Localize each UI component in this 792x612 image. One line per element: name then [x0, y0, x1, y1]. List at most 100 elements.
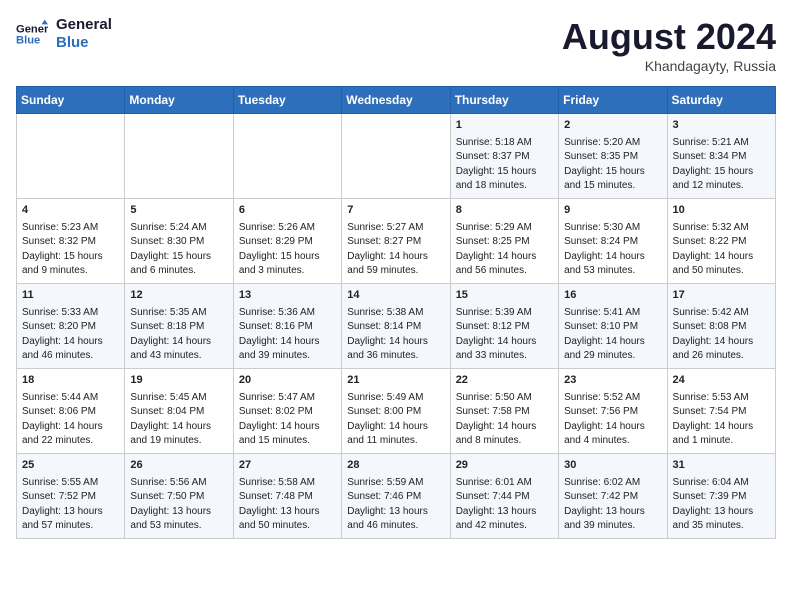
day-number: 22	[456, 373, 553, 389]
daylight-text: Daylight: 15 hours and 12 minutes.	[673, 166, 754, 192]
daylight-text: Daylight: 14 hours and 11 minutes.	[347, 421, 428, 447]
sunrise-text: Sunrise: 5:24 AM	[130, 222, 206, 233]
week-row-1: 1Sunrise: 5:18 AMSunset: 8:37 PMDaylight…	[17, 114, 776, 199]
week-row-2: 4 Sunrise: 5:23 AM Sunset: 8:32 PM Daylight…	[17, 198, 776, 283]
daylight-text: Daylight: 14 hours and 46 minutes.	[22, 336, 103, 362]
sunset-text: Sunset: 7:44 PM	[456, 491, 530, 502]
daylight-text: Daylight: 13 hours and 50 minutes.	[239, 506, 320, 532]
day-cell-19: 19Sunrise: 5:45 AMSunset: 8:04 PMDayligh…	[125, 368, 233, 453]
sunrise-text: Sunrise: 5:21 AM	[673, 137, 749, 148]
day-number: 13	[239, 288, 336, 304]
day-cell-4: 4Sunrise: 5:23 AMSunset: 8:32 PMDaylight…	[17, 198, 125, 283]
sunrise-text: Sunrise: 5:59 AM	[347, 477, 423, 488]
sunset-text: Sunset: 8:25 PM	[456, 236, 530, 247]
day-cell-29: 29Sunrise: 6:01 AMSunset: 7:44 PMDayligh…	[450, 453, 558, 538]
col-header-sunday: Sunday	[17, 87, 125, 114]
logo-text-general: General	[56, 16, 112, 34]
day-cell-7: 7Sunrise: 5:27 AMSunset: 8:27 PMDaylight…	[342, 198, 450, 283]
daylight-text: Daylight: 15 hours and 6 minutes.	[130, 251, 211, 277]
day-cell-15: 15Sunrise: 5:39 AMSunset: 8:12 PMDayligh…	[450, 283, 558, 368]
sunrise-text: Sunrise: 5:41 AM	[564, 307, 640, 318]
sunrise-text: Sunrise: 5:50 AM	[456, 392, 532, 403]
daylight-text: Daylight: 13 hours and 42 minutes.	[456, 506, 537, 532]
day-number: 8	[456, 203, 553, 219]
sunrise-text: Sunrise: 5:20 AM	[564, 137, 640, 148]
empty-cell	[125, 114, 233, 199]
sunset-text: Sunset: 8:27 PM	[347, 236, 421, 247]
sunset-text: Sunset: 8:22 PM	[673, 236, 747, 247]
day-cell-21: 21 Sunrise: 5:49 AM Sunset: 8:00 PM Dayligh…	[342, 368, 450, 453]
sunset-text: Sunset: 8:32 PM	[22, 236, 96, 247]
daylight-text: Daylight: 15 hours and 3 minutes.	[239, 251, 320, 277]
day-number: 7	[347, 203, 444, 219]
day-number: 12	[130, 288, 227, 304]
sunset-text: Sunset: 7:50 PM	[130, 491, 204, 502]
sunset-text: Sunset: 8:00 PM	[347, 406, 421, 417]
day-cell-30: 30Sunrise: 6:02 AMSunset: 7:42 PMDayligh…	[559, 453, 667, 538]
sunset-text: Sunset: 7:39 PM	[673, 491, 747, 502]
day-cell-31: 31Sunrise: 6:04 AMSunset: 7:39 PMDayligh…	[667, 453, 775, 538]
day-number: 27	[239, 458, 336, 474]
sunrise-text: Sunrise: 5:29 AM	[456, 222, 532, 233]
daylight-text: Daylight: 14 hours and 50 minutes.	[673, 251, 754, 277]
day-cell-5: 5Sunrise: 5:24 AMSunset: 8:30 PMDaylight…	[125, 198, 233, 283]
sunset-text: Sunset: 7:54 PM	[673, 406, 747, 417]
sunrise-text: Sunrise: 5:32 AM	[673, 222, 749, 233]
daylight-text: Daylight: 14 hours and 33 minutes.	[456, 336, 537, 362]
logo: General Blue General Blue	[16, 16, 112, 52]
col-header-friday: Friday	[559, 87, 667, 114]
title-block: August 2024 Khandagayty, Russia	[562, 16, 776, 74]
logo-icon: General Blue	[16, 18, 48, 50]
sunrise-text: Sunrise: 5:47 AM	[239, 392, 315, 403]
sunrise-text: Sunrise: 5:33 AM	[22, 307, 98, 318]
day-number: 26	[130, 458, 227, 474]
sunrise-text: Sunrise: 5:39 AM	[456, 307, 532, 318]
daylight-text: Daylight: 14 hours and 53 minutes.	[564, 251, 645, 277]
location-subtitle: Khandagayty, Russia	[562, 58, 776, 74]
day-cell-24: 24Sunrise: 5:53 AMSunset: 7:54 PMDayligh…	[667, 368, 775, 453]
sunrise-text: Sunrise: 5:35 AM	[130, 307, 206, 318]
day-number: 2	[564, 118, 661, 134]
day-cell-25: 25Sunrise: 5:55 AMSunset: 7:52 PMDayligh…	[17, 453, 125, 538]
daylight-text: Daylight: 13 hours and 35 minutes.	[673, 506, 754, 532]
daylight-text: Daylight: 14 hours and 8 minutes.	[456, 421, 537, 447]
sunrise-text: Sunrise: 5:45 AM	[130, 392, 206, 403]
sunrise-text: Sunrise: 5:49 AM	[347, 392, 423, 403]
page-header: General Blue General Blue August 2024 Kh…	[16, 16, 776, 74]
day-number: 21	[347, 373, 444, 389]
week-row-3: 11Sunrise: 5:33 AMSunset: 8:20 PMDayligh…	[17, 283, 776, 368]
day-number: 17	[673, 288, 770, 304]
sunset-text: Sunset: 8:06 PM	[22, 406, 96, 417]
day-number: 9	[564, 203, 661, 219]
day-number: 16	[564, 288, 661, 304]
sunrise-text: Sunrise: 5:23 AM	[22, 222, 98, 233]
empty-cell	[342, 114, 450, 199]
daylight-text: Daylight: 13 hours and 53 minutes.	[130, 506, 211, 532]
day-number: 4	[22, 203, 119, 219]
day-cell-20: 20Sunrise: 5:47 AMSunset: 8:02 PMDayligh…	[233, 368, 341, 453]
sunrise-text: Sunrise: 5:44 AM	[22, 392, 98, 403]
day-cell-18: 18Sunrise: 5:44 AMSunset: 8:06 PMDayligh…	[17, 368, 125, 453]
sunset-text: Sunset: 8:16 PM	[239, 321, 313, 332]
sunset-text: Sunset: 8:37 PM	[456, 151, 530, 162]
sunrise-text: Sunrise: 5:52 AM	[564, 392, 640, 403]
day-cell-1: 1Sunrise: 5:18 AMSunset: 8:37 PMDaylight…	[450, 114, 558, 199]
sunset-text: Sunset: 8:24 PM	[564, 236, 638, 247]
daylight-text: Daylight: 14 hours and 15 minutes.	[239, 421, 320, 447]
col-header-monday: Monday	[125, 87, 233, 114]
sunrise-text: Sunrise: 5:27 AM	[347, 222, 423, 233]
sunset-text: Sunset: 8:30 PM	[130, 236, 204, 247]
daylight-text: Daylight: 14 hours and 22 minutes.	[22, 421, 103, 447]
day-number: 14	[347, 288, 444, 304]
day-cell-14: 14Sunrise: 5:38 AMSunset: 8:14 PMDayligh…	[342, 283, 450, 368]
sunrise-text: Sunrise: 5:53 AM	[673, 392, 749, 403]
sunset-text: Sunset: 8:04 PM	[130, 406, 204, 417]
daylight-text: Daylight: 14 hours and 43 minutes.	[130, 336, 211, 362]
sunrise-text: Sunrise: 5:26 AM	[239, 222, 315, 233]
sunset-text: Sunset: 8:34 PM	[673, 151, 747, 162]
daylight-text: Daylight: 15 hours and 18 minutes.	[456, 166, 537, 192]
month-year-title: August 2024	[562, 16, 776, 58]
daylight-text: Daylight: 14 hours and 4 minutes.	[564, 421, 645, 447]
day-number: 19	[130, 373, 227, 389]
col-header-thursday: Thursday	[450, 87, 558, 114]
